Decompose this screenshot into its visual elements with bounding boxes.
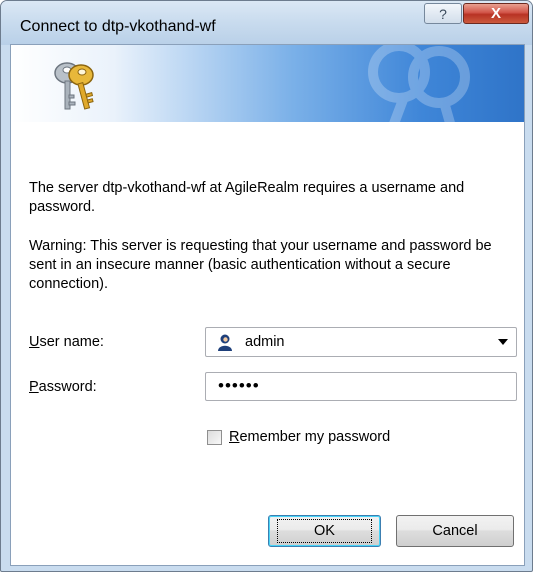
help-button[interactable]: ? bbox=[424, 3, 462, 24]
banner bbox=[11, 45, 524, 122]
username-combobox[interactable]: admin bbox=[205, 327, 517, 357]
password-value: •••••• bbox=[218, 376, 260, 395]
title-bar[interactable]: Connect to dtp-vkothand-wf ? X bbox=[1, 1, 532, 45]
remember-password-label[interactable]: Remember my password bbox=[229, 429, 390, 445]
remember-password-checkbox[interactable] bbox=[207, 430, 222, 445]
ok-button-label: OK bbox=[277, 519, 372, 543]
server-message: The server dtp-vkothand-wf at AgileRealm… bbox=[29, 180, 465, 215]
security-warning: Warning: This server is requesting that … bbox=[29, 238, 492, 292]
username-label: User name: bbox=[29, 334, 104, 350]
chevron-down-icon[interactable] bbox=[498, 339, 508, 345]
password-field[interactable]: •••••• bbox=[205, 372, 517, 401]
dialog-content: The server dtp-vkothand-wf at AgileRealm… bbox=[10, 44, 525, 566]
window-title: Connect to dtp-vkothand-wf bbox=[20, 18, 216, 35]
login-dialog: Connect to dtp-vkothand-wf ? X The serve… bbox=[0, 0, 533, 572]
close-icon: X bbox=[490, 5, 501, 22]
ok-button[interactable]: OK bbox=[268, 515, 381, 547]
keys-watermark-icon bbox=[368, 45, 470, 122]
keys-icon bbox=[54, 62, 94, 110]
user-account-icon bbox=[218, 334, 232, 351]
password-label: Password: bbox=[29, 379, 97, 395]
username-value: admin bbox=[245, 334, 285, 350]
help-icon: ? bbox=[439, 5, 447, 22]
cancel-button[interactable]: Cancel bbox=[396, 515, 514, 547]
close-button[interactable]: X bbox=[463, 3, 529, 24]
cancel-button-label: Cancel bbox=[432, 523, 478, 539]
